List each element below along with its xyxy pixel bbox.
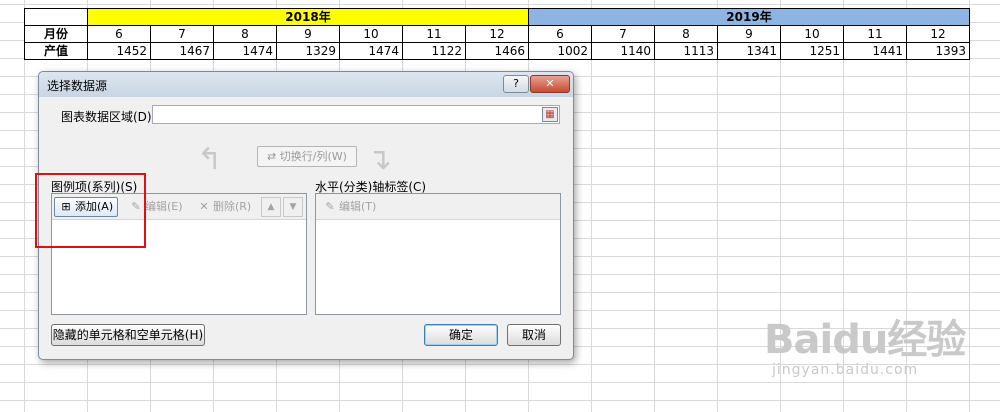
value-cell[interactable]: 1393 xyxy=(906,42,970,60)
add-series-button[interactable]: ⊞ 添加(A) xyxy=(54,197,119,217)
month-cell[interactable]: 12 xyxy=(465,25,529,43)
select-data-source-dialog: 选择数据源 ? ✕ 图表数据区域(D): ▦ ↰ ⇄ 切换行/列(W) ↴ 图例… xyxy=(38,71,574,360)
month-cell[interactable]: 6 xyxy=(528,25,592,43)
month-cell[interactable]: 10 xyxy=(339,25,403,43)
value-row: 产值 1452 1467 1474 1329 1474 1122 1466 10… xyxy=(24,42,970,60)
corner-cell[interactable] xyxy=(24,8,88,26)
delete-series-button[interactable]: ✕ 删除(R) xyxy=(192,197,256,217)
month-cell[interactable]: 6 xyxy=(87,25,151,43)
edit-icon: ✎ xyxy=(131,200,141,213)
dialog-body: 图表数据区域(D): ▦ ↰ ⇄ 切换行/列(W) ↴ 图例项(系列)(S) 水… xyxy=(45,99,567,354)
dialog-title: 选择数据源 xyxy=(47,79,108,93)
dialog-titlebar[interactable]: 选择数据源 ? ✕ xyxy=(39,72,573,97)
month-cell[interactable]: 8 xyxy=(654,25,718,43)
edit-icon: ✎ xyxy=(325,200,335,213)
value-cell[interactable]: 1329 xyxy=(276,42,340,60)
month-cell[interactable]: 7 xyxy=(591,25,655,43)
value-cell[interactable]: 1122 xyxy=(402,42,466,60)
edit-series-label: 编辑(E) xyxy=(145,200,183,213)
value-cell[interactable]: 1474 xyxy=(213,42,277,60)
month-cell[interactable]: 9 xyxy=(276,25,340,43)
close-icon[interactable]: ✕ xyxy=(530,75,570,93)
baidu-watermark: Baidu经验 jingyan.baidu.com xyxy=(764,317,966,378)
move-down-icon[interactable]: ▼ xyxy=(283,197,303,217)
year-header-row: 2018年 2019年 xyxy=(24,8,970,26)
range-picker-icon[interactable]: ▦ xyxy=(542,107,558,122)
watermark-logo: Baidu经验 xyxy=(764,317,966,363)
month-row: 月份 6 7 8 9 10 11 12 6 7 8 9 10 11 12 xyxy=(24,25,970,43)
axis-labels-panel: ✎ 编辑(T) xyxy=(315,193,561,315)
cancel-button[interactable]: 取消 xyxy=(507,324,561,346)
value-cell[interactable]: 1002 xyxy=(528,42,592,60)
value-cell[interactable]: 1452 xyxy=(87,42,151,60)
ok-button[interactable]: 确定 xyxy=(424,324,498,346)
arrow-right-icon: ↴ xyxy=(367,142,393,177)
axis-toolbar: ✎ 编辑(T) xyxy=(316,194,560,220)
chart-data-range-input[interactable] xyxy=(152,105,560,124)
add-series-icon: ⊞ xyxy=(61,200,71,213)
data-table: 2018年 2019年 月份 6 7 8 9 10 11 12 6 7 8 9 … xyxy=(24,8,970,60)
value-cell[interactable]: 1466 xyxy=(465,42,529,60)
chart-data-range-label: 图表数据区域(D): xyxy=(61,110,156,124)
value-cell[interactable]: 1467 xyxy=(150,42,214,60)
delete-series-label: 删除(R) xyxy=(213,200,252,213)
delete-icon: ✕ xyxy=(199,200,209,213)
legend-toolbar: ⊞ 添加(A) ✎ 编辑(E) ✕ 删除(R) ▲ ▼ xyxy=(52,194,306,220)
value-cell[interactable]: 1140 xyxy=(591,42,655,60)
month-cell[interactable]: 11 xyxy=(402,25,466,43)
switch-row-column-label: 切换行/列(W) xyxy=(279,150,347,163)
help-icon[interactable]: ? xyxy=(503,75,529,93)
month-cell[interactable]: 9 xyxy=(717,25,781,43)
value-cell[interactable]: 1441 xyxy=(843,42,907,60)
month-cell[interactable]: 8 xyxy=(213,25,277,43)
value-cell[interactable]: 1474 xyxy=(339,42,403,60)
edit-axis-labels-button[interactable]: ✎ 编辑(T) xyxy=(318,197,381,217)
add-series-label: 添加(A) xyxy=(75,200,114,213)
month-label-cell[interactable]: 月份 xyxy=(24,25,88,43)
legend-series-panel: ⊞ 添加(A) ✎ 编辑(E) ✕ 删除(R) ▲ ▼ xyxy=(51,193,307,315)
month-cell[interactable]: 10 xyxy=(780,25,844,43)
month-cell[interactable]: 11 xyxy=(843,25,907,43)
year-2018-header[interactable]: 2018年 xyxy=(87,8,529,26)
month-cell[interactable]: 12 xyxy=(906,25,970,43)
move-up-icon[interactable]: ▲ xyxy=(261,197,281,217)
edit-series-button[interactable]: ✎ 编辑(E) xyxy=(124,197,188,217)
switch-row-column-button[interactable]: ⇄ 切换行/列(W) xyxy=(257,146,357,167)
value-label-cell[interactable]: 产值 xyxy=(24,42,88,60)
year-2019-header[interactable]: 2019年 xyxy=(528,8,970,26)
month-cell[interactable]: 7 xyxy=(150,25,214,43)
hidden-empty-cells-button[interactable]: 隐藏的单元格和空单元格(H) xyxy=(51,324,205,346)
value-cell[interactable]: 1341 xyxy=(717,42,781,60)
switch-icon: ⇄ xyxy=(267,150,280,163)
arrow-left-icon: ↰ xyxy=(197,142,223,177)
value-cell[interactable]: 1251 xyxy=(780,42,844,60)
value-cell[interactable]: 1113 xyxy=(654,42,718,60)
edit-axis-labels-label: 编辑(T) xyxy=(339,200,377,213)
watermark-site: jingyan.baidu.com xyxy=(772,362,919,378)
